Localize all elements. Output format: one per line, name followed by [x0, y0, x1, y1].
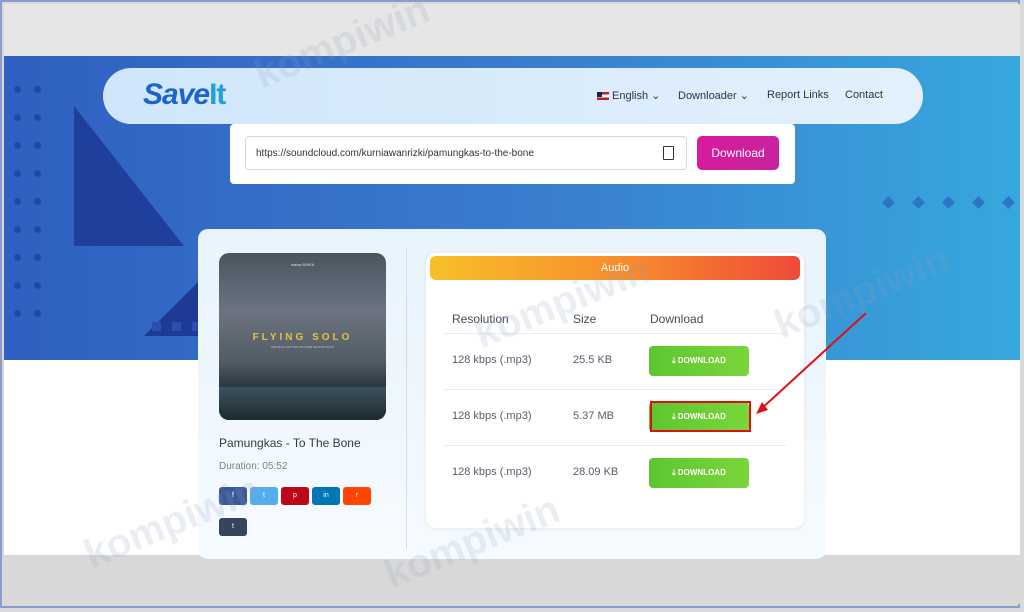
- search-card: https://soundcloud.com/kurniawanrizki/pa…: [230, 124, 795, 184]
- decor-dot: [14, 282, 21, 289]
- row1-size: 25.5 KB: [573, 354, 613, 366]
- cover-subtitle: ORIGINAL MOTION PICTURE SOUNDTRACK: [271, 345, 334, 349]
- tumblr-icon: t: [232, 523, 234, 530]
- decor-diamond: [972, 196, 985, 209]
- us-flag-icon: [597, 92, 609, 101]
- linkedin-icon: in: [323, 492, 329, 499]
- col-download: Download: [650, 312, 704, 326]
- decor-diamond: [882, 196, 895, 209]
- chevron-down-icon: ⌄: [651, 90, 661, 102]
- bottom-strip: [4, 555, 1020, 604]
- reddit-icon: r: [355, 492, 359, 499]
- share-pinterest-button[interactable]: p: [281, 487, 309, 505]
- decor-dot: [34, 282, 41, 289]
- pinterest-icon: p: [293, 492, 297, 499]
- row2-resolution: 128 kbps (.mp3): [452, 410, 532, 422]
- row1-download-button[interactable]: ⤓ DOWNLOAD: [649, 346, 749, 376]
- cover-sea: [219, 387, 386, 420]
- decor-dot: [34, 170, 41, 177]
- url-value: https://soundcloud.com/kurniawanrizki/pa…: [256, 148, 534, 159]
- decor-square: [152, 322, 161, 331]
- decor-diamond: [912, 196, 925, 209]
- url-input[interactable]: https://soundcloud.com/kurniawanrizki/pa…: [245, 136, 687, 170]
- decor-dot: [34, 310, 41, 317]
- decor-square: [172, 322, 181, 331]
- track-duration: Duration: 05:52: [219, 461, 288, 472]
- decor-dot: [34, 198, 41, 205]
- decor-dot: [14, 198, 21, 205]
- decor-dot: [34, 114, 41, 121]
- top-navbar: SaveIt English ⌄ Downloader ⌄ Report Lin…: [103, 68, 923, 124]
- cover-title: FLYING SOLO: [252, 332, 353, 343]
- chevron-down-icon: ⌄: [739, 90, 749, 102]
- clipboard-icon[interactable]: [663, 146, 674, 160]
- cover-brand: mawa ANIKA: [290, 262, 315, 267]
- decor-diamond: [1002, 196, 1015, 209]
- saveit-logo[interactable]: SaveIt: [143, 78, 226, 112]
- track-title: Pamungkas - To The Bone: [219, 436, 361, 450]
- decor-dot: [14, 114, 21, 121]
- column-divider: [406, 249, 407, 549]
- highlight-box: [650, 401, 751, 432]
- decor-diamond: [942, 196, 955, 209]
- decor-triangle: [74, 106, 184, 246]
- downloader-menu[interactable]: Downloader ⌄: [678, 89, 749, 102]
- share-linkedin-button[interactable]: in: [312, 487, 340, 505]
- row1-resolution: 128 kbps (.mp3): [452, 354, 532, 366]
- share-reddit-button[interactable]: r: [343, 487, 371, 505]
- browser-top-strip: [4, 4, 1020, 56]
- language-menu[interactable]: English ⌄: [597, 89, 660, 102]
- row3-size: 28.09 KB: [573, 466, 619, 478]
- report-links-link[interactable]: Report Links: [767, 89, 829, 101]
- twitter-icon: t: [263, 492, 265, 499]
- decor-dot: [34, 86, 41, 93]
- decor-dot: [14, 310, 21, 317]
- decor-dot: [14, 170, 21, 177]
- row3-resolution: 128 kbps (.mp3): [452, 466, 532, 478]
- decor-dot: [14, 254, 21, 261]
- decor-dot: [14, 86, 21, 93]
- row3-download-button[interactable]: ⤓ DOWNLOAD: [649, 458, 749, 488]
- row-divider: [444, 445, 786, 446]
- decor-dot: [34, 254, 41, 261]
- album-cover: mawa ANIKA FLYING SOLO ORIGINAL MOTION P…: [219, 253, 386, 420]
- decor-dot: [34, 142, 41, 149]
- row2-size: 5.37 MB: [573, 410, 614, 422]
- decor-dot: [14, 226, 21, 233]
- download-button[interactable]: Download: [697, 136, 779, 170]
- row-divider: [444, 389, 786, 390]
- decor-dot: [34, 226, 41, 233]
- contact-link[interactable]: Contact: [845, 89, 883, 101]
- decor-dot: [14, 142, 21, 149]
